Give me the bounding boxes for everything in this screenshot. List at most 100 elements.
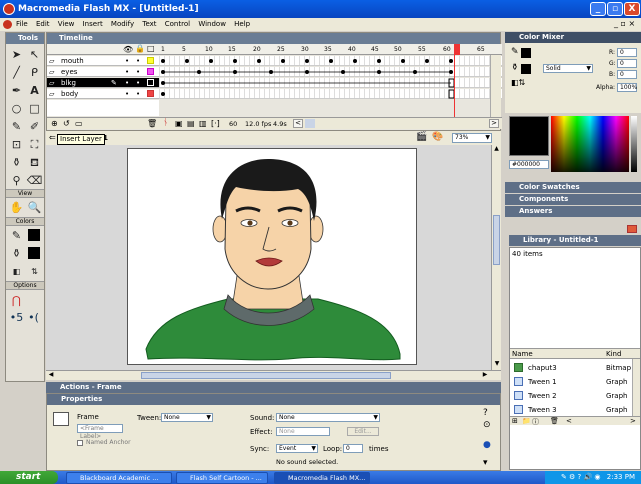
panel-close-icon[interactable] bbox=[627, 225, 637, 233]
layer-visibility-dot[interactable]: • bbox=[125, 56, 129, 66]
brush-tool-icon[interactable]: ✐ bbox=[26, 118, 43, 135]
library-header[interactable]: Library - Untitled-1 bbox=[509, 235, 641, 246]
delete-layer-icon[interactable]: 🗑 bbox=[147, 119, 157, 128]
list-item[interactable]: Tween 3 Graph bbox=[510, 404, 632, 416]
layer-outline-color[interactable] bbox=[147, 57, 154, 64]
line-tool-icon[interactable]: ╱ bbox=[8, 64, 25, 81]
tween-dropdown[interactable]: None ▼ bbox=[161, 413, 213, 422]
named-anchor-checkbox[interactable] bbox=[77, 440, 83, 446]
default-colors-icon[interactable]: ◧ bbox=[8, 263, 25, 280]
stage-canvas[interactable] bbox=[127, 148, 417, 365]
chevron-left-icon[interactable]: ◀ bbox=[46, 371, 56, 378]
layer-outline-color[interactable] bbox=[147, 90, 154, 97]
free-transform-tool-icon[interactable]: ⊡ bbox=[8, 136, 25, 153]
sound-dropdown[interactable]: None ▼ bbox=[276, 413, 380, 422]
maximize-button[interactable]: ▫ bbox=[607, 2, 623, 16]
menu-window[interactable]: Window bbox=[198, 20, 226, 28]
menu-control[interactable]: Control bbox=[165, 20, 190, 28]
eyedropper-tool-icon[interactable]: ⚲ bbox=[8, 172, 25, 189]
timeline-scroll-thumb[interactable] bbox=[305, 119, 315, 128]
playhead[interactable] bbox=[454, 44, 460, 55]
stroke-swatch[interactable] bbox=[521, 48, 531, 58]
oval-tool-icon[interactable]: ○ bbox=[8, 100, 25, 117]
layer-row-body[interactable]: body ▱ • • bbox=[47, 89, 159, 99]
menu-modify[interactable]: Modify bbox=[111, 20, 134, 28]
menu-file[interactable]: File bbox=[16, 20, 28, 28]
chevron-right-icon[interactable]: ▶ bbox=[480, 371, 490, 378]
components-header[interactable]: Components bbox=[505, 194, 641, 205]
fill-swatch[interactable] bbox=[521, 64, 531, 74]
menu-help[interactable]: Help bbox=[234, 20, 250, 28]
edit-script-icon[interactable]: ⊙ bbox=[483, 420, 491, 430]
answers-header[interactable]: Answers bbox=[505, 206, 641, 217]
color-mixer-header[interactable]: Color Mixer bbox=[505, 32, 641, 43]
eye-icon[interactable]: 👁 bbox=[123, 45, 133, 54]
flash-app-icon[interactable] bbox=[3, 3, 15, 15]
document-window-controls[interactable]: _ ▫ × bbox=[614, 19, 635, 28]
frame-ruler[interactable]: 👁 🔒 □ 1 5 10 15 20 25 30 35 40 45 50 55 … bbox=[47, 44, 502, 55]
alpha-input[interactable]: 100% bbox=[617, 83, 637, 92]
stage-hscroll-thumb[interactable] bbox=[141, 372, 391, 379]
document-icon[interactable] bbox=[3, 20, 12, 29]
taskbar-item-flash-cartoon[interactable]: Flash Self Cartoon - ... bbox=[176, 472, 268, 484]
timeline-header[interactable]: Timeline bbox=[47, 33, 500, 44]
layer-visibility-dot[interactable]: • bbox=[125, 89, 129, 99]
taskbar-item-macromedia-flash[interactable]: Macromedia Flash MX... bbox=[274, 472, 370, 484]
fill-transform-tool-icon[interactable]: ⛶ bbox=[26, 136, 43, 153]
close-button[interactable]: X bbox=[624, 2, 640, 16]
frames-row-blkg[interactable] bbox=[159, 78, 502, 88]
pen-tool-icon[interactable]: ✒ bbox=[8, 82, 25, 99]
menu-view[interactable]: View bbox=[58, 20, 75, 28]
start-button[interactable]: start bbox=[0, 471, 58, 484]
insert-folder-icon[interactable]: ▭ bbox=[75, 119, 83, 128]
layer-outline-color[interactable] bbox=[147, 68, 154, 75]
layer-row-eyes[interactable]: eyes ▱ • • bbox=[47, 67, 159, 77]
modify-markers-icon[interactable]: [·] bbox=[211, 119, 220, 128]
brightness-slider[interactable] bbox=[631, 116, 637, 172]
library-scroll-left[interactable]: < bbox=[566, 417, 572, 425]
pencil-tool-icon[interactable]: ✎ bbox=[8, 118, 25, 135]
scroll-right-button[interactable]: > bbox=[489, 119, 499, 128]
edit-multiple-frames-icon[interactable]: ▥ bbox=[199, 119, 207, 128]
frame-label-input[interactable]: <Frame Label> bbox=[77, 424, 123, 440]
library-scroll-right[interactable]: > bbox=[630, 417, 636, 425]
fill-style-dropdown[interactable]: Solid ▼ bbox=[543, 64, 593, 73]
minimize-button[interactable]: _ bbox=[590, 2, 606, 16]
blue-input[interactable]: 0 bbox=[617, 70, 637, 79]
layer-lock-dot[interactable]: • bbox=[136, 56, 140, 66]
library-vscroll[interactable] bbox=[632, 359, 640, 416]
edit-symbol-icon[interactable]: 🎨 bbox=[432, 132, 443, 142]
taskbar-item-blackboard[interactable]: Blackboard Academic ... bbox=[66, 472, 172, 484]
menu-text[interactable]: Text bbox=[142, 20, 156, 28]
smooth-option-icon[interactable]: •5 bbox=[8, 309, 25, 326]
loop-input[interactable]: 0 bbox=[343, 444, 363, 453]
sync-dropdown[interactable]: Event ▼ bbox=[276, 444, 318, 453]
swap-colors-icon[interactable]: ◧⇅ bbox=[511, 78, 525, 87]
add-guide-layer-icon[interactable]: ↺ bbox=[63, 119, 70, 128]
collapse-icon[interactable]: ▾ bbox=[483, 458, 488, 468]
hand-tool-icon[interactable]: ✋ bbox=[8, 199, 25, 216]
lock-icon[interactable]: 🔒 bbox=[135, 44, 145, 53]
scroll-left-button[interactable]: < bbox=[293, 119, 303, 128]
actions-panel-header[interactable]: Actions - Frame bbox=[46, 382, 501, 393]
list-item[interactable]: Tween 2 Graph bbox=[510, 390, 632, 402]
center-frame-icon[interactable]: ᚾ bbox=[163, 118, 168, 128]
list-item[interactable]: chaput3 Bitmap bbox=[510, 362, 632, 374]
insert-layer-icon[interactable]: ⊕ bbox=[51, 119, 58, 128]
layer-row-blkg[interactable]: blkg ▱ ✎ • • bbox=[47, 78, 159, 88]
rectangle-tool-icon[interactable]: □ bbox=[26, 100, 43, 117]
eraser-tool-icon[interactable]: ⌫ bbox=[26, 172, 43, 189]
layer-visibility-dot[interactable]: • bbox=[125, 67, 129, 77]
layer-outline-color[interactable] bbox=[147, 79, 154, 86]
red-input[interactable]: 0 bbox=[617, 48, 637, 57]
menu-insert[interactable]: Insert bbox=[83, 20, 103, 28]
outline-icon[interactable]: □ bbox=[147, 44, 155, 53]
frames-row-mouth[interactable] bbox=[159, 56, 502, 66]
layer-row-mouth[interactable]: mouth ▱ • • bbox=[47, 56, 159, 66]
frames-row-eyes[interactable] bbox=[159, 67, 502, 77]
text-tool-icon[interactable]: A bbox=[26, 82, 43, 99]
back-arrow-icon[interactable]: ⇐ bbox=[49, 133, 56, 142]
menu-edit[interactable]: Edit bbox=[36, 20, 50, 28]
stage-vscroll[interactable]: ▲ ▼ bbox=[491, 145, 501, 370]
hex-input[interactable]: #000000 bbox=[509, 160, 549, 169]
